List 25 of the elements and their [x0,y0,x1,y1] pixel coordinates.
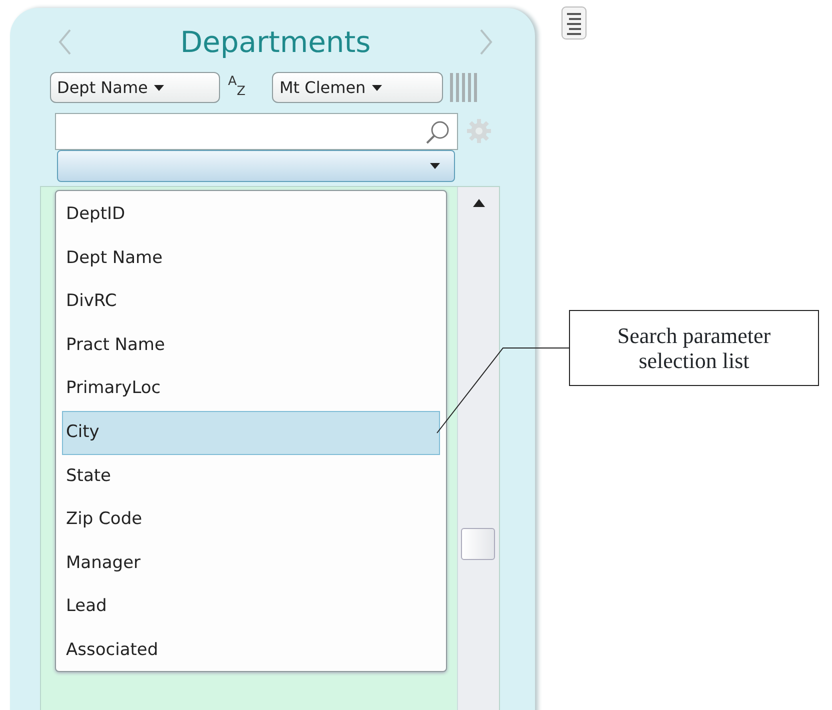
list-option[interactable]: Pract Name [62,324,440,368]
list-option[interactable]: DeptID [62,193,440,237]
search-field[interactable] [55,113,458,150]
list-option[interactable]: Zip Code [62,498,440,542]
list-option[interactable]: State [62,454,440,498]
chevron-left-icon[interactable] [58,29,72,55]
panel-title: Departments [180,28,371,56]
scrollbar[interactable] [457,187,499,710]
list-option[interactable]: City [62,410,440,455]
parameter-select[interactable] [57,150,455,182]
scroll-thumb[interactable] [461,528,495,560]
list-option[interactable]: DivRC [62,280,440,324]
columns-icon[interactable] [449,72,480,103]
search-icon[interactable] [425,118,451,144]
location-dropdown[interactable]: Mt Clemen [272,72,444,103]
list-option[interactable]: Lead [62,585,440,629]
chevron-right-icon[interactable] [478,29,493,55]
list-option[interactable]: Associated [62,628,440,673]
list-option[interactable]: Manager [62,542,440,586]
sort-field-dropdown[interactable]: Dept Name [50,72,220,103]
list-option[interactable]: PrimaryLoc [62,367,440,411]
callout-text: Search parameter selection list [569,310,819,386]
gear-icon[interactable] [466,118,492,144]
list-option[interactable]: Dept Name [62,236,440,280]
scroll-up-icon[interactable] [473,199,485,207]
